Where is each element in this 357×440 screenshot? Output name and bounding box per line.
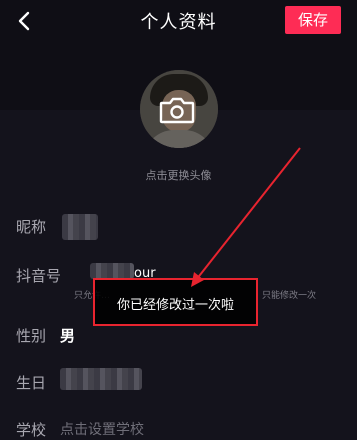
school-placeholder[interactable]: 点击设置学校 xyxy=(60,419,144,439)
birthday-value-blurred[interactable] xyxy=(60,368,142,390)
nickname-value-blurred[interactable] xyxy=(62,214,98,240)
birthday-label: 生日 xyxy=(16,374,47,392)
camera-icon[interactable] xyxy=(158,95,196,125)
douyin-id-label: 抖音号 xyxy=(16,267,62,285)
gender-value[interactable]: 男 xyxy=(60,325,75,346)
douyin-id-value-blurred[interactable] xyxy=(90,263,134,279)
toast-message: 你已经修改过一次啦 xyxy=(93,278,258,326)
change-avatar-hint[interactable]: 点击更换头像 xyxy=(0,167,357,183)
save-button[interactable]: 保存 xyxy=(285,6,341,34)
nickname-label: 昵称 xyxy=(16,218,47,236)
gender-label: 性别 xyxy=(16,327,47,345)
toast-text: 你已经修改过一次啦 xyxy=(116,298,234,313)
douyin-id-note-right: 只能修改一次 xyxy=(262,291,317,301)
